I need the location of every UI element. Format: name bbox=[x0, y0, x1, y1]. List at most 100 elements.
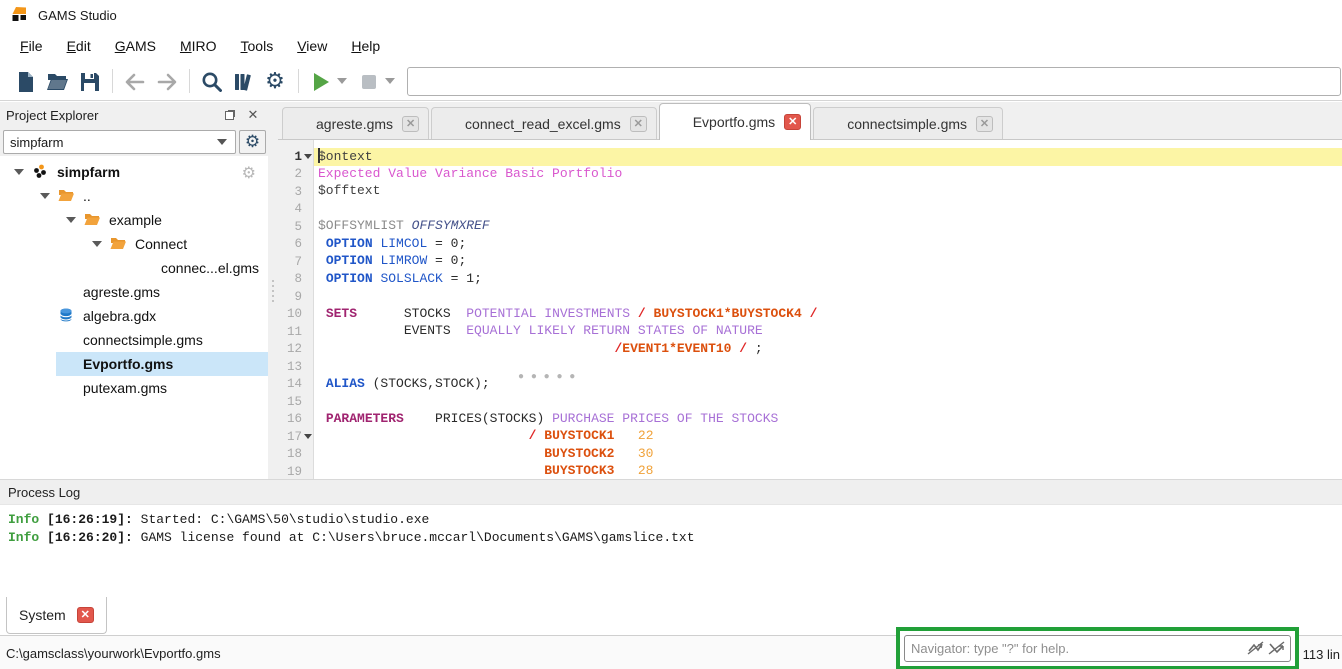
close-tab-button[interactable]: ✕ bbox=[630, 116, 647, 132]
editor-tab-connect-read-excel-gms[interactable]: connect_read_excel.gms✕ bbox=[431, 107, 657, 139]
line-number: 1 bbox=[278, 148, 313, 166]
save-file-button[interactable] bbox=[74, 66, 104, 96]
tree-item-connect[interactable]: Connect bbox=[0, 232, 268, 256]
code-line-10[interactable]: SETS STOCKS POTENTIAL INVESTMENTS / BUYS… bbox=[314, 306, 1342, 324]
code-line-1[interactable]: $ontext bbox=[314, 148, 1342, 166]
tab-label: agreste.gms bbox=[316, 116, 393, 132]
save-file-icon bbox=[78, 70, 100, 92]
code-line-2[interactable]: Expected Value Variance Basic Portfolio bbox=[314, 166, 1342, 184]
open-file-button[interactable] bbox=[42, 66, 72, 96]
tree-item-algebra-gdx[interactable]: algebra.gdx bbox=[0, 304, 268, 328]
navigator-input[interactable] bbox=[905, 641, 1247, 656]
close-panel-button[interactable]: ✕ bbox=[244, 107, 262, 123]
horizontal-splitter[interactable]: ● ● ● ● ● bbox=[518, 371, 577, 382]
menu-edit[interactable]: Edit bbox=[55, 33, 103, 59]
expand-arrow-icon[interactable] bbox=[14, 169, 24, 175]
back-arrow-button[interactable] bbox=[119, 66, 149, 96]
code-line-17[interactable]: / BUYSTOCK1 22 bbox=[314, 428, 1342, 446]
code-line-6[interactable]: OPTION LIMCOL = 0; bbox=[314, 236, 1342, 254]
log-line: Info [16:26:19]: Started: C:\GAMS\50\stu… bbox=[8, 512, 1342, 530]
process-log-title: Process Log bbox=[0, 479, 1342, 505]
fold-marker-icon[interactable] bbox=[304, 154, 312, 159]
wrap-search-disabled-icon[interactable] bbox=[1247, 641, 1265, 656]
code-line-16[interactable]: PARAMETERS PRICES(STOCKS) PURCHASE PRICE… bbox=[314, 411, 1342, 429]
project-selector-dropdown[interactable]: simpfarm bbox=[3, 130, 236, 154]
project-gear-icon[interactable]: ⚙ bbox=[242, 163, 256, 182]
code-line-3[interactable]: $offtext bbox=[314, 183, 1342, 201]
settings-button[interactable]: ⚙ bbox=[260, 66, 290, 96]
code-line-4[interactable] bbox=[314, 201, 1342, 219]
tree-item-simpfarm[interactable]: simpfarm⚙ bbox=[0, 160, 268, 184]
navigator-highlight-box bbox=[896, 627, 1299, 669]
gams-parameters-input[interactable] bbox=[407, 67, 1341, 96]
code-line-5[interactable]: $OFFSYMLIST OFFSYMXREF bbox=[314, 218, 1342, 236]
code-line-15[interactable] bbox=[314, 393, 1342, 411]
editor-tab-connectsimple-gms[interactable]: connectsimple.gms✕ bbox=[813, 107, 1003, 139]
project-options-button[interactable]: ⚙ bbox=[239, 130, 266, 154]
window-title: GAMS Studio bbox=[38, 8, 117, 23]
code-line-13[interactable] bbox=[314, 358, 1342, 376]
menu-view[interactable]: View bbox=[285, 33, 339, 59]
fold-marker-icon[interactable] bbox=[304, 434, 312, 439]
tree-item-agreste-gms[interactable]: agreste.gms bbox=[0, 280, 268, 304]
editor-tab-bar: agreste.gms✕connect_read_excel.gms✕Evpor… bbox=[278, 102, 1342, 140]
editor-tab-evportfo-gms[interactable]: Evportfo.gms✕ bbox=[659, 103, 811, 140]
tree-item-example[interactable]: example bbox=[0, 208, 268, 232]
tree-item-connec-el-gms[interactable]: connec...el.gms bbox=[0, 256, 268, 280]
tree-item-label: agreste.gms bbox=[83, 284, 160, 300]
code-line-9[interactable] bbox=[314, 288, 1342, 306]
expand-arrow-icon[interactable] bbox=[40, 193, 50, 199]
code-area[interactable]: $ontextExpected Value Variance Basic Por… bbox=[314, 140, 1342, 479]
close-tab-button[interactable]: ✕ bbox=[402, 116, 419, 132]
model-library-button[interactable] bbox=[228, 66, 258, 96]
float-panel-button[interactable] bbox=[220, 107, 238, 123]
vertical-splitter[interactable] bbox=[268, 102, 278, 479]
tree-item-connectsimple-gms[interactable]: connectsimple.gms bbox=[0, 328, 268, 352]
close-tab-button[interactable]: ✕ bbox=[784, 114, 801, 130]
gms-icon bbox=[292, 115, 309, 132]
stop-dropdown-caret[interactable] bbox=[385, 78, 395, 84]
menu-gams[interactable]: GAMS bbox=[103, 33, 168, 59]
close-system-tab-button[interactable]: ✕ bbox=[77, 607, 94, 623]
expand-arrow-icon[interactable] bbox=[92, 241, 102, 247]
tree-item-putexam-gms[interactable]: putexam.gms bbox=[0, 376, 268, 400]
code-line-14[interactable]: ALIAS (STOCKS,STOCK); bbox=[314, 376, 1342, 394]
code-line-7[interactable]: OPTION LIMROW = 0; bbox=[314, 253, 1342, 271]
tree-item-label: algebra.gdx bbox=[83, 308, 156, 324]
forward-arrow-button[interactable] bbox=[151, 66, 181, 96]
line-number: 16 bbox=[278, 411, 313, 429]
menu-file[interactable]: File bbox=[8, 33, 55, 59]
new-file-button[interactable] bbox=[10, 66, 40, 96]
new-file-icon bbox=[14, 70, 36, 92]
tab-system[interactable]: System ✕ bbox=[6, 597, 107, 634]
code-line-19[interactable]: BUYSTOCK3 28 bbox=[314, 463, 1342, 479]
run-dropdown-caret[interactable] bbox=[337, 78, 347, 84]
gms-run-icon bbox=[823, 115, 840, 132]
code-line-11[interactable]: EVENTS EQUALLY LIKELY RETURN STATES OF N… bbox=[314, 323, 1342, 341]
tree-item--[interactable]: .. bbox=[0, 184, 268, 208]
tree-item-evportfo-gms[interactable]: Evportfo.gms bbox=[0, 352, 268, 376]
regex-search-disabled-icon[interactable] bbox=[1268, 641, 1286, 656]
line-number: 3 bbox=[278, 183, 313, 201]
expand-arrow-icon[interactable] bbox=[66, 217, 76, 223]
search-button[interactable] bbox=[196, 66, 226, 96]
code-editor[interactable]: 12345678910111213141516171819 $ontextExp… bbox=[278, 140, 1342, 479]
close-tab-button[interactable]: ✕ bbox=[976, 116, 993, 132]
menu-miro[interactable]: MIRO bbox=[168, 33, 229, 59]
line-number: 12 bbox=[278, 341, 313, 359]
editor-tab-agreste-gms[interactable]: agreste.gms ✕ bbox=[282, 107, 429, 139]
line-number: 15 bbox=[278, 393, 313, 411]
current-file-path: C:\gamsclass\yourwork\Evportfo.gms bbox=[6, 646, 221, 661]
run-button[interactable] bbox=[305, 66, 335, 96]
open-file-icon bbox=[46, 70, 68, 92]
code-line-8[interactable]: OPTION SOLSLACK = 1; bbox=[314, 271, 1342, 289]
stop-button[interactable] bbox=[353, 66, 383, 96]
menu-tools[interactable]: Tools bbox=[229, 33, 286, 59]
menu-help[interactable]: Help bbox=[339, 33, 392, 59]
gms-icon bbox=[441, 115, 458, 132]
chevron-down-icon bbox=[217, 139, 227, 145]
code-line-18[interactable]: BUYSTOCK2 30 bbox=[314, 446, 1342, 464]
code-line-12[interactable]: /EVENT1*EVENT10 / ; bbox=[314, 341, 1342, 359]
back-arrow-icon bbox=[123, 70, 145, 92]
line-number: 7 bbox=[278, 253, 313, 271]
